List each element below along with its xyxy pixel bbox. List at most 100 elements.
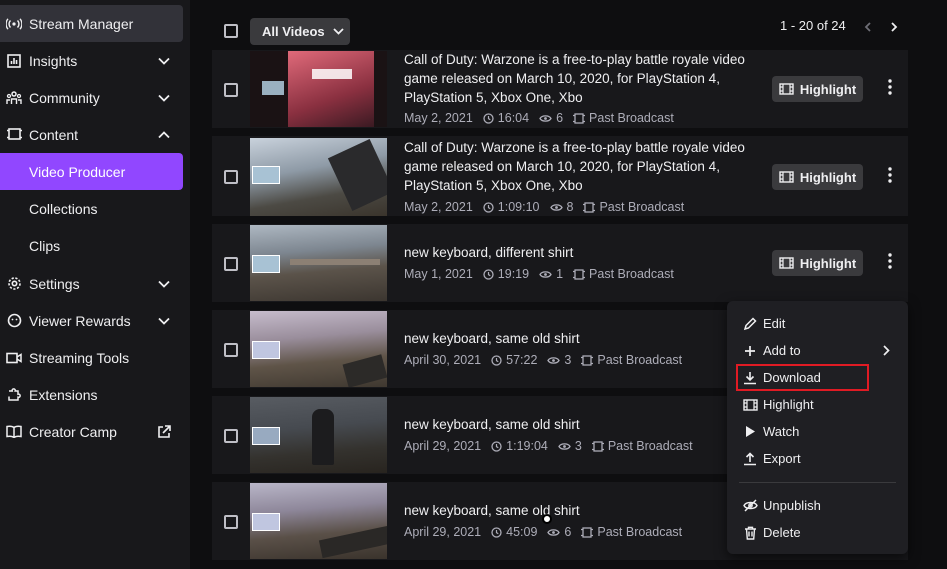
row-checkbox[interactable] bbox=[224, 83, 238, 97]
video-thumbnail[interactable] bbox=[250, 397, 387, 473]
rewards-icon bbox=[3, 313, 25, 328]
chevron-down-icon bbox=[153, 280, 175, 288]
plus-icon bbox=[741, 345, 759, 357]
all-videos-filter-dropdown[interactable]: All Videos bbox=[250, 18, 350, 45]
film-icon bbox=[741, 398, 759, 411]
video-title[interactable]: Call of Duty: Warzone is a free-to-play … bbox=[404, 50, 749, 107]
sidebar-item-content[interactable]: Content bbox=[0, 116, 183, 153]
sidebar-item-community[interactable]: Community bbox=[0, 79, 183, 116]
sidebar-item-stream-manager[interactable]: Stream Manager bbox=[0, 5, 183, 42]
puzzle-icon bbox=[3, 387, 25, 402]
video-type: Past Broadcast bbox=[607, 439, 693, 453]
menu-item-delete[interactable]: Delete bbox=[727, 519, 908, 546]
video-title[interactable]: new keyboard, same old shirt bbox=[404, 415, 749, 434]
menu-item-export[interactable]: Export bbox=[727, 445, 908, 472]
row-checkbox[interactable] bbox=[224, 257, 238, 271]
sidebar-item-label: Settings bbox=[29, 275, 80, 292]
broadcast-type-icon bbox=[591, 440, 604, 452]
download-highlight-box bbox=[736, 364, 869, 391]
film-icon bbox=[779, 171, 794, 183]
menu-item-label: Watch bbox=[763, 424, 800, 439]
row-checkbox[interactable] bbox=[224, 515, 238, 529]
eye-icon bbox=[539, 270, 552, 279]
video-thumbnail[interactable] bbox=[250, 225, 387, 301]
video-title[interactable]: new keyboard, same old shirt bbox=[404, 501, 749, 520]
sidebar-item-streaming-tools[interactable]: Streaming Tools bbox=[0, 339, 183, 376]
menu-item-add-to[interactable]: Add to bbox=[727, 337, 908, 364]
filter-label: All Videos bbox=[262, 24, 325, 39]
menu-item-label: Unpublish bbox=[763, 498, 821, 513]
previous-page-icon[interactable] bbox=[862, 21, 872, 33]
sidebar-item-clips[interactable]: Clips bbox=[0, 227, 183, 264]
sidebar-item-insights[interactable]: Insights bbox=[0, 42, 183, 79]
sidebar-item-label: Viewer Rewards bbox=[29, 312, 131, 329]
more-options-icon[interactable] bbox=[886, 78, 894, 96]
highlight-button[interactable]: Highlight bbox=[772, 76, 863, 102]
menu-item-highlight[interactable]: Highlight bbox=[727, 391, 908, 418]
video-date: April 29, 2021 bbox=[404, 525, 482, 539]
video-meta: May 2, 2021 16:04 6 Past Broadcast bbox=[404, 111, 674, 125]
highlight-button[interactable]: Highlight bbox=[772, 250, 863, 276]
eye-icon bbox=[547, 356, 561, 365]
video-type: Past Broadcast bbox=[597, 525, 683, 539]
sidebar-item-video-producer[interactable]: Video Producer bbox=[0, 153, 183, 190]
video-thumbnail[interactable] bbox=[250, 483, 387, 559]
sidebar-item-viewer-rewards[interactable]: Viewer Rewards bbox=[0, 302, 183, 339]
video-meta: May 2, 2021 1:09:10 8 Past Broadcast bbox=[404, 200, 684, 214]
menu-item-unpublish[interactable]: Unpublish bbox=[727, 492, 908, 519]
gear-icon bbox=[3, 276, 25, 291]
video-row[interactable]: Call of Duty: Warzone is a free-to-play … bbox=[212, 50, 908, 128]
highlight-label: Highlight bbox=[799, 169, 857, 185]
video-date: April 29, 2021 bbox=[404, 439, 482, 453]
pagination-count: 1 - 20 of 24 bbox=[780, 18, 846, 33]
menu-item-watch[interactable]: Watch bbox=[727, 418, 908, 445]
sidebar-item-settings[interactable]: Settings bbox=[0, 265, 183, 302]
menu-item-label: Highlight bbox=[763, 397, 814, 412]
select-all-checkbox[interactable] bbox=[224, 24, 238, 38]
chevron-down-icon bbox=[153, 57, 175, 65]
video-row[interactable]: Call of Duty: Warzone is a free-to-play … bbox=[212, 136, 908, 216]
broadcast-type-icon bbox=[573, 112, 586, 124]
eye-icon bbox=[547, 528, 561, 537]
sidebar-item-label: Creator Camp bbox=[29, 423, 117, 440]
video-row[interactable]: new keyboard, different shirt May 1, 202… bbox=[212, 224, 908, 302]
video-title[interactable]: new keyboard, same old shirt bbox=[404, 329, 749, 348]
sidebar-item-label: Insights bbox=[29, 52, 78, 69]
video-date: May 2, 2021 bbox=[404, 200, 473, 214]
row-checkbox[interactable] bbox=[224, 170, 238, 184]
video-thumbnail[interactable] bbox=[250, 51, 387, 127]
row-checkbox[interactable] bbox=[224, 343, 238, 357]
eye-icon bbox=[558, 442, 571, 451]
video-thumbnail[interactable] bbox=[250, 138, 387, 216]
eye-icon bbox=[549, 203, 563, 212]
next-page-icon[interactable] bbox=[889, 21, 899, 33]
video-thumbnail[interactable] bbox=[250, 311, 387, 387]
video-title[interactable]: Call of Duty: Warzone is a free-to-play … bbox=[404, 138, 749, 195]
more-options-icon[interactable] bbox=[886, 252, 894, 270]
row-checkbox[interactable] bbox=[224, 429, 238, 443]
video-date: May 2, 2021 bbox=[404, 111, 473, 125]
mouse-cursor bbox=[542, 514, 552, 524]
clock-icon bbox=[483, 201, 494, 213]
menu-item-edit[interactable]: Edit bbox=[727, 310, 908, 337]
book-icon bbox=[3, 425, 25, 438]
chevron-right-icon bbox=[883, 345, 890, 356]
sidebar-item-label: Community bbox=[29, 89, 100, 106]
video-views: 6 bbox=[564, 525, 572, 539]
chevron-down-icon bbox=[153, 317, 175, 325]
sidebar-item-extensions[interactable]: Extensions bbox=[0, 376, 183, 413]
video-meta: April 29, 2021 45:09 6 Past Broadcast bbox=[404, 525, 682, 539]
community-icon bbox=[3, 90, 25, 105]
sidebar-item-collections[interactable]: Collections bbox=[0, 190, 183, 227]
highlight-button[interactable]: Highlight bbox=[772, 164, 863, 190]
sidebar-item-creator-camp[interactable]: Creator Camp bbox=[0, 413, 183, 450]
chevron-down-icon bbox=[332, 28, 344, 35]
video-duration: 1:09:10 bbox=[497, 200, 540, 214]
video-title[interactable]: new keyboard, different shirt bbox=[404, 243, 749, 262]
sidebar-item-label: Video Producer bbox=[29, 163, 126, 180]
video-views: 8 bbox=[566, 200, 574, 214]
more-options-icon[interactable] bbox=[886, 166, 894, 184]
clock-icon bbox=[491, 354, 502, 366]
external-link-icon bbox=[153, 424, 175, 439]
video-type: Past Broadcast bbox=[589, 111, 674, 125]
